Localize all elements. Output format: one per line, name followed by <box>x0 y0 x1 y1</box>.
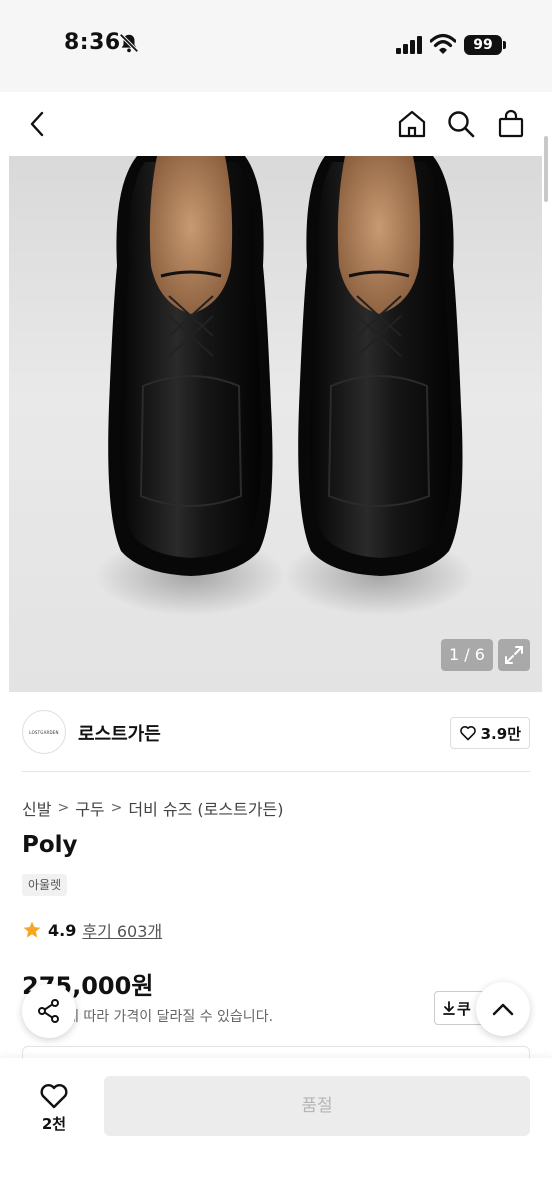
price-note: 에 따라 가격이 달라질 수 있습니다. <box>66 1009 274 1025</box>
wishlist-button[interactable]: 2천 <box>22 1076 86 1140</box>
nav-bar <box>0 92 552 156</box>
breadcrumb-item[interactable]: 신발 <box>22 796 51 820</box>
outlet-tag: 아울렛 <box>22 874 68 896</box>
breadcrumb: 신발 > 구두 > 더비 슈즈 (로스트가든) <box>22 796 284 820</box>
breadcrumb-item[interactable]: 구두 <box>75 796 104 820</box>
bell-off-icon <box>119 33 139 53</box>
share-button[interactable] <box>22 984 76 1038</box>
home-button[interactable] <box>392 104 432 144</box>
heart-icon <box>459 726 476 741</box>
product-image[interactable] <box>9 156 542 692</box>
scrollbar[interactable] <box>544 136 548 202</box>
back-button[interactable] <box>18 104 58 144</box>
heart-icon <box>40 1083 68 1108</box>
chevron-left-icon <box>30 111 44 137</box>
expand-icon <box>505 646 523 664</box>
cart-button[interactable] <box>491 104 531 144</box>
brand-like-count: 3.9만 <box>480 724 521 743</box>
battery-indicator: 99 <box>464 35 502 55</box>
shoes-illustration <box>96 156 474 616</box>
brand-like-button[interactable]: 3.9만 <box>449 717 530 749</box>
brand-logo[interactable]: LOSTGARDEN <box>22 710 66 754</box>
chevron-right-icon: > <box>110 800 123 816</box>
battery-tip <box>503 41 506 49</box>
status-bar: 8:36 99 <box>0 0 552 92</box>
expand-image-button[interactable] <box>498 639 530 671</box>
divider <box>22 771 530 772</box>
product-title: Poly <box>22 832 78 858</box>
brand-name[interactable]: 로스트가든 <box>78 720 161 746</box>
share-icon <box>38 999 59 1023</box>
breadcrumb-item[interactable]: 더비 슈즈 (로스트가든) <box>128 796 283 820</box>
search-button[interactable] <box>441 104 481 144</box>
rating-row: 4.9 후기 603개 <box>22 918 162 942</box>
signal-icon <box>396 36 422 54</box>
wishlist-count: 2천 <box>41 1114 67 1133</box>
star-icon <box>23 921 41 938</box>
home-icon <box>398 110 426 138</box>
chevron-right-icon: > <box>57 800 70 816</box>
review-link[interactable]: 후기 603개 <box>82 918 162 942</box>
image-counter: 1 / 6 <box>441 639 493 671</box>
scroll-top-button[interactable] <box>476 982 530 1036</box>
chevron-up-icon <box>492 1003 514 1016</box>
coupon-label: 쿠 <box>457 999 471 1018</box>
status-time: 8:36 <box>64 30 121 55</box>
brand-row[interactable]: LOSTGARDEN 로스트가든 3.9만 <box>22 708 530 758</box>
search-icon <box>448 111 475 138</box>
shopping-bag-icon <box>498 109 524 138</box>
wifi-icon <box>430 33 456 54</box>
bottom-action-bar: 2천 품절 <box>0 1058 552 1200</box>
rating-value: 4.9 <box>48 920 77 940</box>
soldout-button[interactable]: 품절 <box>104 1076 530 1136</box>
download-icon <box>443 1001 455 1015</box>
